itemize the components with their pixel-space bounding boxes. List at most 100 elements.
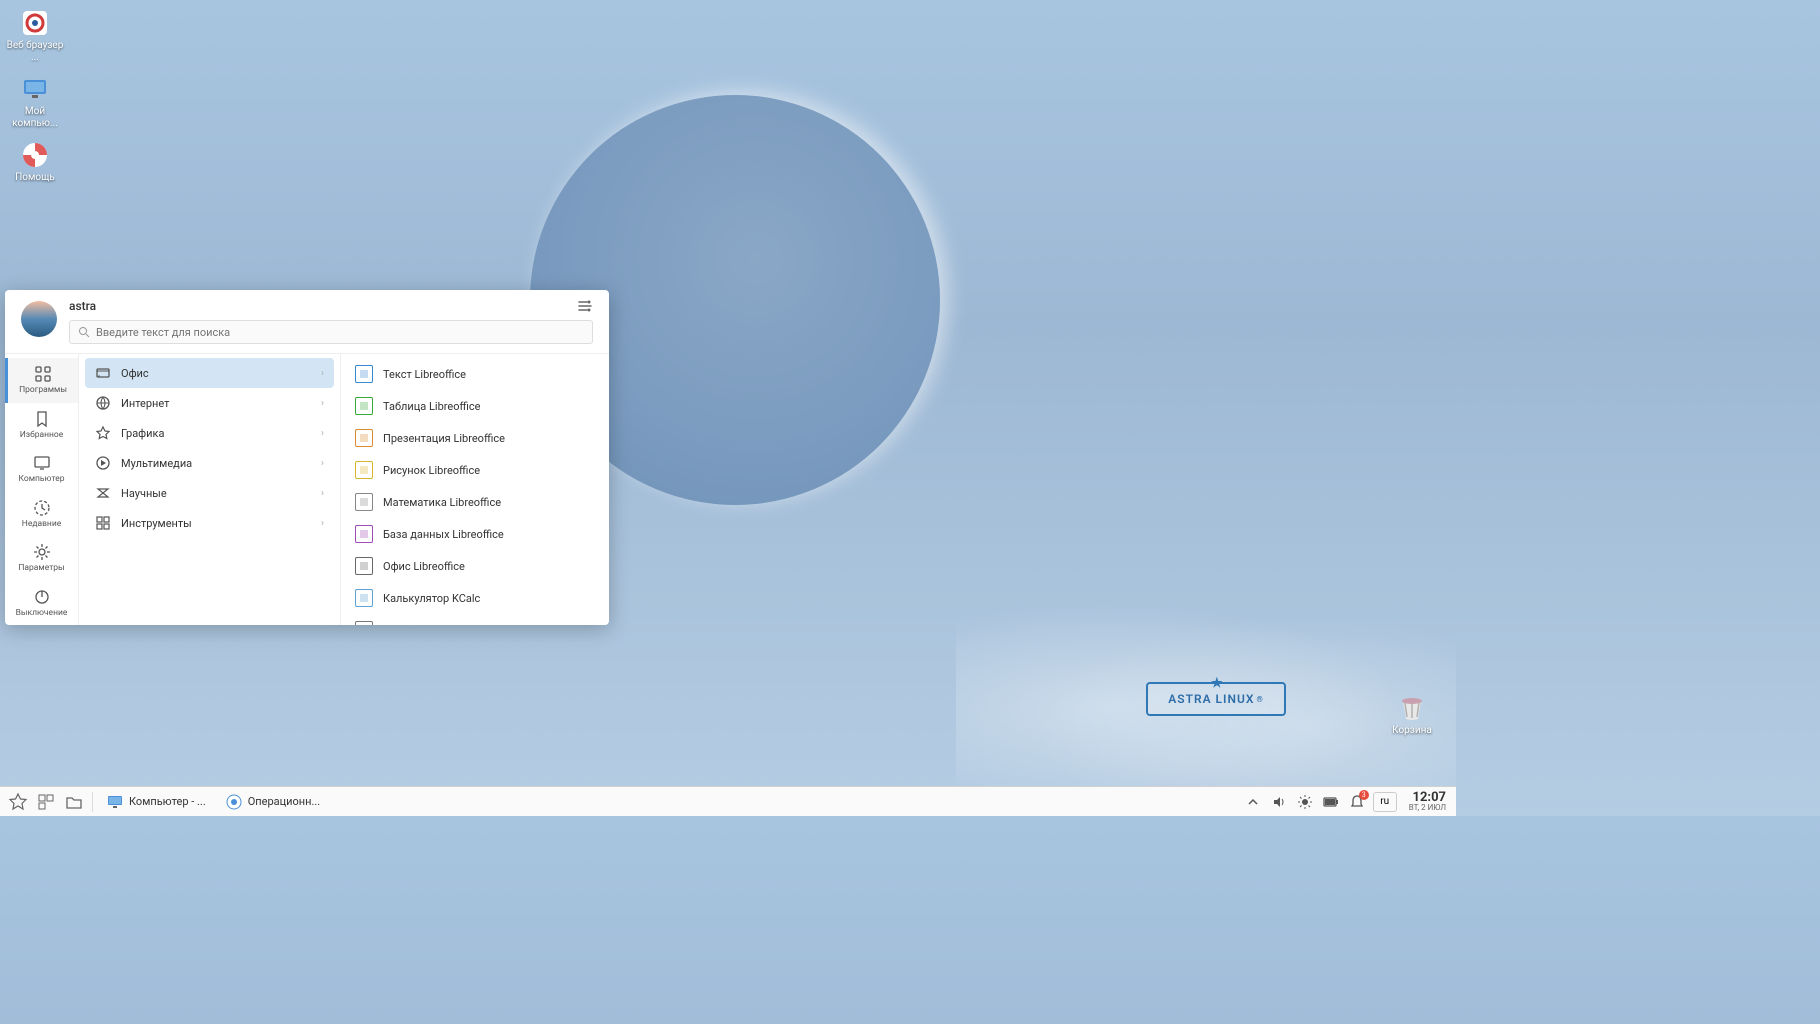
start-menu-left-tabs: Программы Избранное Компьютер Недавние П… (5, 354, 79, 625)
app-icon (355, 365, 373, 383)
chrome-icon (226, 794, 242, 810)
left-tab-programs[interactable]: Программы (5, 358, 78, 403)
start-button[interactable] (6, 790, 30, 814)
app-icon (355, 397, 373, 415)
desktop-icon-my-computer[interactable]: Мой компью... (6, 74, 64, 130)
category-Научные[interactable]: Научные› (85, 478, 334, 508)
desktop-icon-web-browser[interactable]: Веб браузер ... (6, 8, 64, 64)
desktop-icon-label: Мой компью... (6, 106, 64, 130)
star-icon: ★ (1211, 676, 1224, 691)
volume-icon[interactable] (1269, 792, 1289, 812)
app-label: Таблица Libreoffice (383, 400, 480, 413)
monitor-icon (107, 794, 123, 810)
desktop-icon-help[interactable]: Помощь (6, 140, 64, 184)
power-icon (33, 588, 51, 606)
trash-icon (1397, 693, 1427, 723)
keyboard-layout[interactable]: ru (1373, 792, 1397, 812)
app-icon (355, 493, 373, 511)
system-tray: 3 ru 12:07 ВТ, 2 ИЮЛ (1243, 791, 1450, 812)
taskbar-divider (92, 792, 93, 812)
user-avatar[interactable] (21, 301, 57, 337)
menu-settings-icon[interactable] (577, 298, 593, 314)
start-menu-header: astra (5, 290, 609, 354)
desktop-icon-label: Веб браузер ... (6, 40, 64, 64)
brightness-icon[interactable] (1295, 792, 1315, 812)
notification-badge: 3 (1359, 790, 1369, 800)
category-icon (95, 485, 111, 501)
category-label: Научные (121, 487, 167, 500)
notifications-icon[interactable]: 3 (1347, 792, 1367, 812)
app-label: Текст Libreoffice (383, 368, 466, 381)
app-item[interactable]: Математика Libreoffice (347, 486, 603, 518)
computer-icon (20, 74, 50, 104)
taskbar: Компьютер - ... Операционн... 3 ru 12:07… (0, 786, 1456, 816)
left-tab-computer[interactable]: Компьютер (5, 447, 78, 492)
category-Интернет[interactable]: Интернет › (85, 388, 334, 418)
app-label: Математика Libreoffice (383, 496, 501, 509)
start-menu: astra Программы Избранное (5, 290, 609, 625)
app-label: Презентация Libreoffice (383, 432, 505, 445)
clock[interactable]: 12:07 ВТ, 2 ИЮЛ (1409, 791, 1450, 812)
category-icon (95, 365, 111, 381)
category-label: Графика (121, 427, 164, 440)
app-icon (355, 525, 373, 543)
gear-icon (33, 543, 51, 561)
category-label: Инструменты (121, 517, 192, 530)
app-icon (355, 429, 373, 447)
category-Графика[interactable]: Графика› (85, 418, 334, 448)
os-brand-logo: ★ ASTRA LINUX® (1146, 682, 1286, 716)
grid-icon (34, 365, 52, 383)
help-icon (20, 140, 50, 170)
left-tab-favorites[interactable]: Избранное (5, 403, 78, 448)
chevron-right-icon: › (321, 518, 324, 529)
bookmark-icon (33, 410, 51, 428)
web-browser-icon (20, 8, 50, 38)
task-label: Компьютер - ... (129, 795, 206, 808)
battery-icon[interactable] (1321, 792, 1341, 812)
app-icon (355, 589, 373, 607)
app-label: Офис Libreoffice (383, 560, 465, 573)
category-label: Офис (121, 367, 149, 380)
monitor-icon (33, 454, 51, 472)
app-label: Рисунок Libreoffice (383, 464, 480, 477)
start-menu-apps: Текст Libreoffice Таблица Libreoffice През… (341, 354, 609, 625)
taskbar-task-computer[interactable]: Компьютер - ... (99, 790, 214, 814)
app-item[interactable]: База данных Libreoffice (347, 518, 603, 550)
chevron-right-icon: › (321, 368, 324, 379)
app-icon (355, 461, 373, 479)
app-item[interactable]: Презентация Libreoffice (347, 422, 603, 454)
clock-date: ВТ, 2 ИЮЛ (1409, 804, 1446, 812)
app-item[interactable]: Рисунок Libreoffice (347, 454, 603, 486)
category-Инструменты[interactable]: Инструменты › (85, 508, 334, 538)
search-box[interactable] (69, 320, 593, 344)
task-label: Операционн... (248, 795, 320, 808)
username-label: astra (69, 299, 96, 313)
category-icon (95, 455, 111, 471)
search-input[interactable] (96, 326, 584, 339)
app-item[interactable]: Офис Libreoffice (347, 550, 603, 582)
tray-expand-icon[interactable] (1243, 792, 1263, 812)
category-Мультимедиа[interactable]: Мультимедиа› (85, 448, 334, 478)
app-label: Редактор Kate (383, 624, 457, 626)
app-icon (355, 621, 373, 625)
category-label: Интернет (121, 397, 169, 410)
left-tab-recent[interactable]: Недавние (5, 492, 78, 537)
category-Офис[interactable]: Офис › (85, 358, 334, 388)
left-tab-shutdown[interactable]: Выключение (5, 581, 78, 626)
left-tab-settings[interactable]: Параметры (5, 536, 78, 581)
desktop-icon-trash[interactable]: Корзина (1383, 693, 1441, 736)
desktop-icon-label: Помощь (6, 172, 64, 184)
chevron-right-icon: › (321, 398, 324, 409)
file-manager-button[interactable] (62, 790, 86, 814)
category-icon (95, 515, 111, 531)
app-item[interactable]: Текст Libreoffice (347, 358, 603, 390)
desktop-icons: Веб браузер ... Мой компью... Помощь (6, 8, 64, 194)
app-item[interactable]: Таблица Libreoffice (347, 390, 603, 422)
show-desktop-button[interactable] (34, 790, 58, 814)
app-label: Калькулятор KCalc (383, 592, 480, 605)
app-item[interactable]: Калькулятор KCalc (347, 582, 603, 614)
taskbar-task-browser[interactable]: Операционн... (218, 790, 328, 814)
trash-label: Корзина (1383, 725, 1441, 736)
app-item[interactable]: Редактор Kate (347, 614, 603, 625)
app-label: База данных Libreoffice (383, 528, 504, 541)
